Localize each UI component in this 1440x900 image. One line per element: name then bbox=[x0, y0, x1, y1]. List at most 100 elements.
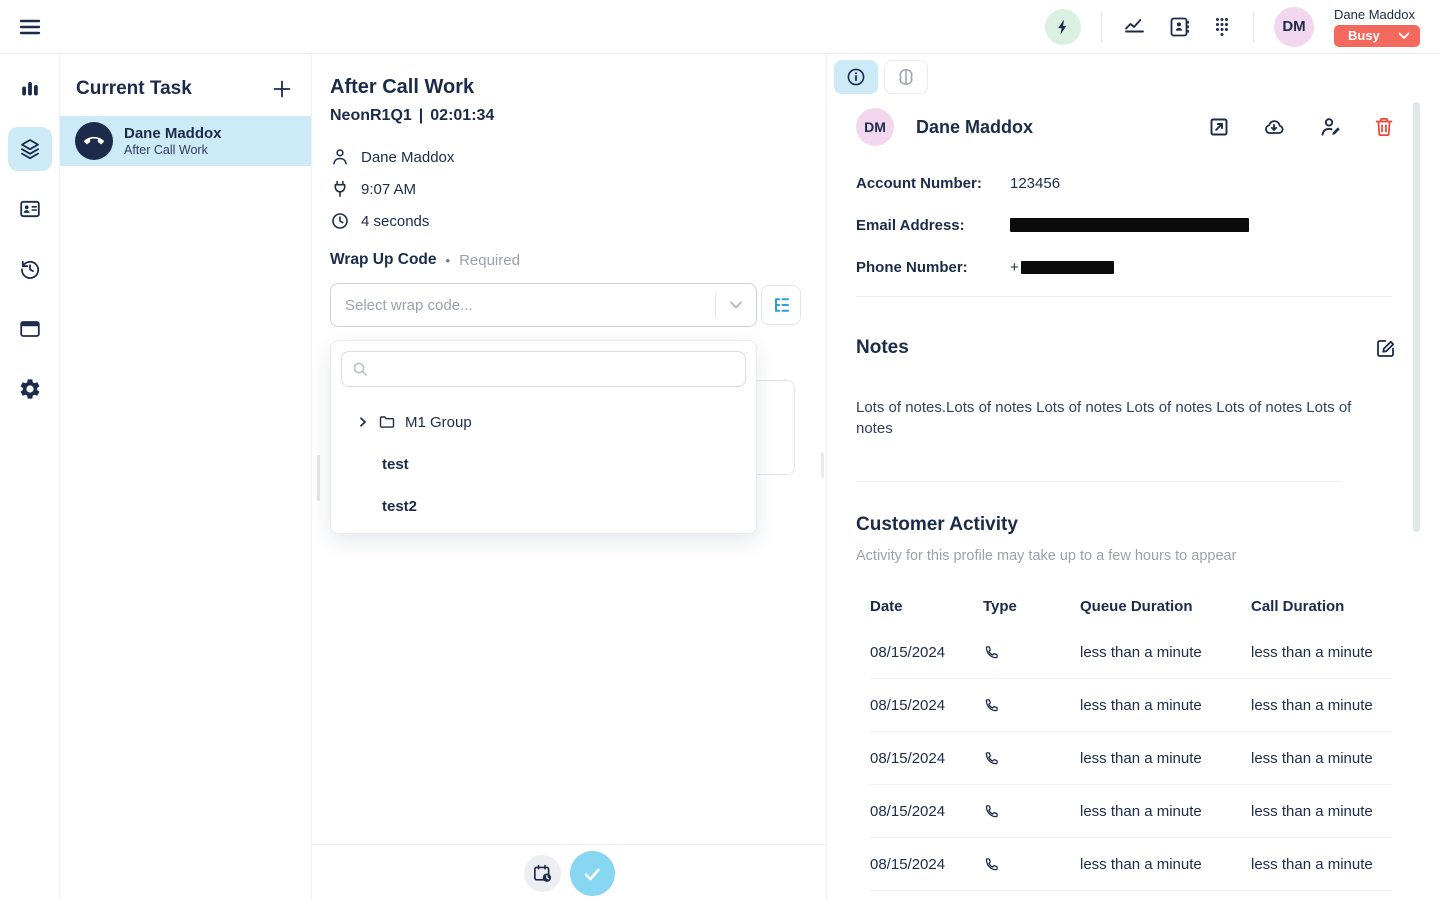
open-profile-button[interactable] bbox=[1208, 116, 1230, 138]
trash-icon bbox=[1374, 116, 1394, 138]
cell-call-duration: less than a minute bbox=[1251, 697, 1392, 714]
contact-avatar: DM bbox=[856, 108, 894, 146]
calendar-clock-icon bbox=[532, 863, 553, 884]
rail-item-contacts[interactable] bbox=[8, 187, 52, 231]
cell-queue-duration: less than a minute bbox=[1080, 644, 1251, 661]
address-book-icon bbox=[1167, 15, 1191, 39]
rail-item-analytics[interactable] bbox=[8, 67, 52, 111]
brain-icon bbox=[896, 67, 916, 87]
field-label: Phone Number: bbox=[856, 259, 1010, 276]
edit-notes-button[interactable] bbox=[1374, 337, 1396, 359]
layers-icon bbox=[18, 137, 42, 161]
edit-contact-button[interactable] bbox=[1318, 115, 1342, 139]
contact-name: Dane Maddox bbox=[916, 117, 1208, 138]
tab-insights[interactable] bbox=[884, 60, 928, 94]
contacts-directory-button[interactable] bbox=[1167, 15, 1191, 39]
delete-contact-button[interactable] bbox=[1374, 116, 1394, 138]
topbar-separator bbox=[1253, 11, 1254, 43]
table-row[interactable]: 08/15/2024 less than a minute less than … bbox=[870, 626, 1392, 679]
wrap-code-dropdown: M1 Group test test2 bbox=[330, 340, 757, 534]
top-bar: DM Dane Maddox Busy bbox=[0, 0, 1440, 54]
agent-status-label: Busy bbox=[1348, 28, 1380, 43]
external-link-icon bbox=[1208, 116, 1230, 138]
bar-chart-icon bbox=[18, 77, 42, 101]
nav-rail bbox=[0, 54, 60, 900]
plus-icon bbox=[271, 78, 293, 100]
phone-call-icon bbox=[983, 644, 1080, 661]
person-edit-icon bbox=[1318, 115, 1342, 139]
app-root: DM Dane Maddox Busy bbox=[0, 0, 1440, 900]
rail-item-browser[interactable] bbox=[8, 307, 52, 351]
hamburger-menu-button[interactable] bbox=[18, 17, 42, 37]
required-label: Required bbox=[459, 252, 520, 269]
line-chart-icon bbox=[1122, 15, 1147, 39]
reporting-button[interactable] bbox=[1122, 15, 1147, 39]
wrap-up-code-label: Wrap Up Code bbox=[330, 251, 437, 269]
activity-table-header: Date Type Queue Duration Call Duration bbox=[870, 586, 1392, 626]
customer-activity-title: Customer Activity bbox=[856, 514, 1018, 536]
quick-actions-button[interactable] bbox=[1045, 9, 1081, 45]
task-list-item[interactable]: Dane Maddox After Call Work bbox=[60, 116, 311, 166]
after-call-work-panel: After Call Work NeonR1Q1 | 02:01:34 Dane… bbox=[312, 54, 827, 900]
cell-call-duration: less than a minute bbox=[1251, 856, 1392, 873]
cell-date: 08/15/2024 bbox=[870, 644, 983, 661]
column-header: Type bbox=[983, 598, 1080, 615]
table-row[interactable]: 08/15/2024 less than a minute less than … bbox=[870, 732, 1392, 785]
cell-queue-duration: less than a minute bbox=[1080, 697, 1251, 714]
table-row[interactable]: 08/15/2024 less than a minute less than … bbox=[870, 785, 1392, 838]
wrap-code-option-label: test2 bbox=[382, 498, 417, 515]
gear-icon bbox=[18, 377, 42, 401]
dialpad-button[interactable] bbox=[1211, 15, 1233, 39]
chevron-down-icon bbox=[1398, 32, 1410, 40]
redacted-phone-value bbox=[1021, 261, 1114, 274]
contact-avatar-initials: DM bbox=[864, 119, 886, 135]
rail-item-settings[interactable] bbox=[8, 367, 52, 411]
acw-start-time: 9:07 AM bbox=[361, 181, 416, 198]
topbar-separator bbox=[1101, 11, 1102, 43]
cell-call-duration: less than a minute bbox=[1251, 644, 1392, 661]
search-icon bbox=[352, 361, 368, 377]
cloud-download-icon bbox=[1262, 115, 1286, 139]
scrollbar-thumb[interactable] bbox=[317, 455, 320, 501]
acw-timer: 02:01:34 bbox=[430, 107, 494, 125]
task-avatar bbox=[75, 122, 113, 160]
table-row[interactable]: 08/15/2024 less than a minute less than … bbox=[870, 838, 1392, 891]
wrap-code-select-placeholder: Select wrap code... bbox=[331, 297, 715, 314]
download-profile-button[interactable] bbox=[1262, 115, 1286, 139]
cell-queue-duration: less than a minute bbox=[1080, 750, 1251, 767]
hamburger-icon bbox=[18, 17, 42, 37]
schedule-callback-button[interactable] bbox=[524, 855, 561, 892]
field-label: Email Address: bbox=[856, 217, 1010, 234]
wrap-code-select[interactable]: Select wrap code... bbox=[330, 283, 757, 327]
wrap-code-group-label: M1 Group bbox=[405, 414, 472, 431]
field-value: 123456 bbox=[1010, 175, 1060, 192]
activity-table: Date Type Queue Duration Call Duration 0… bbox=[870, 586, 1392, 891]
add-task-button[interactable] bbox=[269, 76, 295, 102]
clock-icon bbox=[330, 211, 350, 231]
rail-item-history[interactable] bbox=[8, 247, 52, 291]
scrollbar-thumb[interactable] bbox=[821, 452, 824, 478]
user-avatar[interactable]: DM bbox=[1274, 7, 1314, 47]
browser-window-icon bbox=[18, 317, 42, 341]
tab-info[interactable] bbox=[834, 60, 878, 94]
phone-handset-icon bbox=[84, 131, 104, 151]
cell-date: 08/15/2024 bbox=[870, 803, 983, 820]
cell-call-duration: less than a minute bbox=[1251, 803, 1392, 820]
agent-status-dropdown[interactable]: Busy bbox=[1334, 25, 1420, 47]
contact-profile-panel: DM Dane Maddox bbox=[828, 54, 1440, 900]
complete-task-button[interactable] bbox=[570, 851, 615, 896]
rail-item-tasks[interactable] bbox=[8, 127, 52, 171]
scrollbar-thumb[interactable] bbox=[1413, 102, 1420, 532]
customer-activity-subtitle: Activity for this profile may take up to… bbox=[856, 548, 1392, 564]
wrap-code-option[interactable]: test2 bbox=[341, 485, 746, 527]
wrap-code-group-item[interactable]: M1 Group bbox=[341, 401, 746, 443]
notes-text: Lots of notes.Lots of notes Lots of note… bbox=[856, 397, 1392, 439]
user-name: Dane Maddox bbox=[1334, 7, 1415, 22]
wrap-code-tree-view-button[interactable] bbox=[761, 285, 801, 325]
task-contact-name: Dane Maddox bbox=[124, 125, 222, 143]
table-row[interactable]: 08/15/2024 less than a minute less than … bbox=[870, 679, 1392, 732]
wrap-code-option[interactable]: test bbox=[341, 443, 746, 485]
separator: | bbox=[419, 107, 423, 125]
wrap-code-search-input[interactable] bbox=[341, 351, 746, 387]
redacted-email-value bbox=[1010, 218, 1249, 232]
